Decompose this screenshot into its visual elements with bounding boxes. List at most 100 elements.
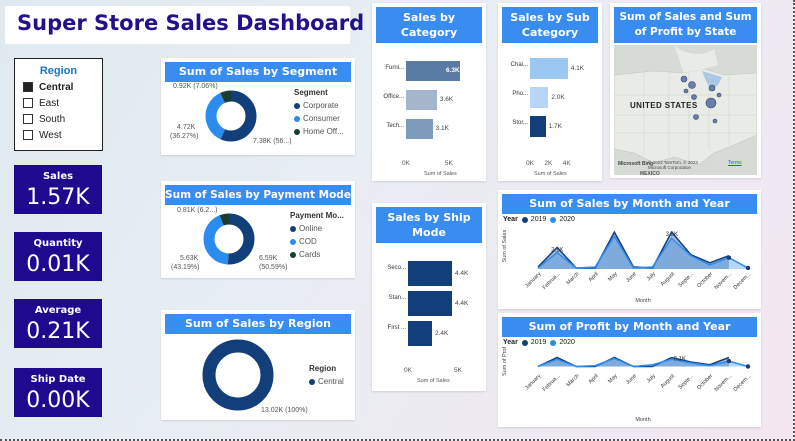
segment-donut[interactable] [201, 86, 261, 146]
bar-category-label: Chai... [510, 62, 528, 68]
legend-dot-icon [294, 102, 300, 109]
x-tick-label: March [566, 271, 581, 286]
bar[interactable] [530, 116, 546, 137]
region-slicer[interactable]: Region Central East South West [14, 58, 103, 151]
legend-item[interactable]: Online [290, 224, 344, 233]
region-option-east[interactable]: East [23, 97, 102, 109]
region-option-label: South [39, 113, 66, 125]
legend-label: COD [299, 237, 317, 246]
x-tick-label: March [566, 373, 581, 388]
segment-label-consumer: 4.72K [177, 124, 196, 131]
bar-category-label: Pho... [512, 91, 528, 97]
bar-category-label: First ... [387, 325, 406, 331]
legend-title: Year [503, 339, 518, 346]
checkbox-icon[interactable] [23, 130, 33, 140]
x-tick-label: May [607, 271, 619, 283]
legend-label[interactable]: 2020 [559, 216, 575, 223]
axis-tick-label: 0K [526, 160, 534, 167]
bar-category-label: Furni... [385, 65, 404, 71]
sales-month-legend: Year 2019 2020 [503, 216, 575, 223]
data-point-marker[interactable] [745, 364, 751, 369]
segment-donut-card[interactable]: Sum of Sales by Segment 0.92K (7.06%) 4.… [161, 58, 355, 155]
legend-label[interactable]: 2019 [531, 339, 547, 346]
category-bar-card[interactable]: Sales by Category Furni... 6.3K Office... 3… [372, 3, 486, 181]
legend-label[interactable]: 2019 [531, 216, 547, 223]
checkbox-icon[interactable] [23, 98, 33, 108]
payment-donut[interactable] [199, 209, 259, 269]
map-bubble [708, 84, 716, 92]
bar[interactable] [408, 291, 452, 316]
profit-month-title: Sum of Profit by Month and Year [502, 317, 757, 337]
bar[interactable] [406, 90, 437, 110]
region-option-south[interactable]: South [23, 113, 102, 125]
legend-item[interactable]: Corporate [294, 101, 344, 110]
bar[interactable] [408, 321, 432, 346]
legend-dot-icon [521, 339, 528, 346]
bar[interactable] [530, 58, 568, 79]
map-chart-title: Sum of Sales and Sum of Profit by State [614, 7, 757, 43]
kpi-label: Average [34, 305, 82, 316]
segment-legend: Segment Corporate Consumer Home Off... [294, 88, 344, 136]
data-label: 3.6K [666, 232, 678, 238]
x-tick-label: Decem... [733, 271, 753, 291]
legend-item[interactable]: COD [290, 237, 344, 246]
profit-month-card[interactable]: Sum of Profit by Month and Year Year 201… [498, 313, 761, 427]
kpi-card-ship-date[interactable]: Ship Date 0.00K [14, 368, 102, 417]
data-point-marker[interactable] [726, 358, 732, 364]
legend-label[interactable]: 2020 [559, 339, 575, 346]
legend-item[interactable]: Central [309, 377, 344, 386]
x-tick-label: Novem... [714, 271, 734, 291]
checkbox-icon[interactable] [23, 114, 33, 124]
segment-label-home-office: 0.92K (7.06%) [173, 83, 218, 90]
legend-dot-icon [521, 216, 528, 223]
x-tick-label: April [588, 271, 600, 283]
x-tick-label: January [524, 271, 542, 289]
payment-donut-card[interactable]: Sum of Sales by Payment Mode 0.81K (6.2.… [161, 181, 355, 278]
bar-value-label: 1.7K [548, 122, 562, 130]
x-tick-label: August [660, 271, 677, 288]
bar[interactable] [408, 261, 452, 286]
sales-month-card[interactable]: Sum of Sales by Month and Year Year 2019… [498, 190, 761, 309]
x-tick-label: Februa... [542, 373, 562, 393]
legend-label: Central [318, 377, 344, 386]
region-option-west[interactable]: West [23, 129, 102, 141]
map-bubble [691, 94, 697, 100]
bar[interactable] [406, 119, 433, 139]
legend-title: Year [503, 216, 518, 223]
legend-dot-icon [290, 251, 296, 258]
sales-month-title: Sum of Sales by Month and Year [502, 194, 757, 214]
data-point-marker[interactable] [726, 255, 732, 260]
map-country-label: UNITED STATES [630, 101, 698, 110]
x-tick-label: Novem... [714, 373, 734, 393]
map-bubble [680, 75, 688, 83]
checkbox-checked-icon[interactable] [23, 82, 33, 92]
shipmode-bar-card[interactable]: Sales by Ship Mode Seco... 4.4K Stan... 4.4… [372, 203, 486, 391]
y-axis-title: Sum of Sales [502, 230, 508, 263]
data-point-marker[interactable] [745, 265, 751, 271]
kpi-card-average[interactable]: Average 0.21K [14, 299, 102, 348]
region-option-central[interactable]: Central [23, 81, 102, 93]
map-copyright: © 2023 TomTom, © 2023 Microsoft Corporat… [648, 160, 698, 170]
region-option-label: East [39, 97, 60, 109]
kpi-card-sales[interactable]: Sales 1.57K [14, 165, 102, 214]
legend-item[interactable]: Consumer [294, 114, 344, 123]
payment-label-cod: 5.63K [180, 255, 199, 262]
bar-category-label: Seco... [387, 265, 406, 271]
us-map[interactable] [614, 45, 757, 175]
subcategory-bar-card[interactable]: Sales by Sub Category Chai... 4.1K Pho... 2… [498, 3, 602, 181]
region-donut-card[interactable]: Sum of Sales by Region 13.02K (100%) Reg… [161, 310, 355, 420]
profit-month-chart[interactable]: Sum of Profit January Februa... March April M… [498, 347, 761, 427]
bar[interactable] [530, 87, 549, 108]
segment-chart-title: Sum of Sales by Segment [165, 62, 351, 82]
sales-month-chart[interactable]: Sum of Sales January Februa... March April Ma… [498, 224, 761, 309]
legend-item[interactable]: Cards [290, 250, 344, 259]
legend-dot-icon [294, 115, 300, 122]
kpi-card-quantity[interactable]: Quantity 0.01K [14, 232, 102, 281]
bar-category-label: Stan... [388, 295, 406, 301]
map-card[interactable]: Sum of Sales and Sum of Profit by State … [610, 3, 761, 178]
legend-title: Region [309, 364, 337, 373]
map-terms-link[interactable]: Terms [728, 160, 742, 166]
legend-item[interactable]: Home Off... [294, 127, 344, 136]
legend-dot-icon [290, 225, 296, 232]
region-donut[interactable] [201, 338, 275, 412]
